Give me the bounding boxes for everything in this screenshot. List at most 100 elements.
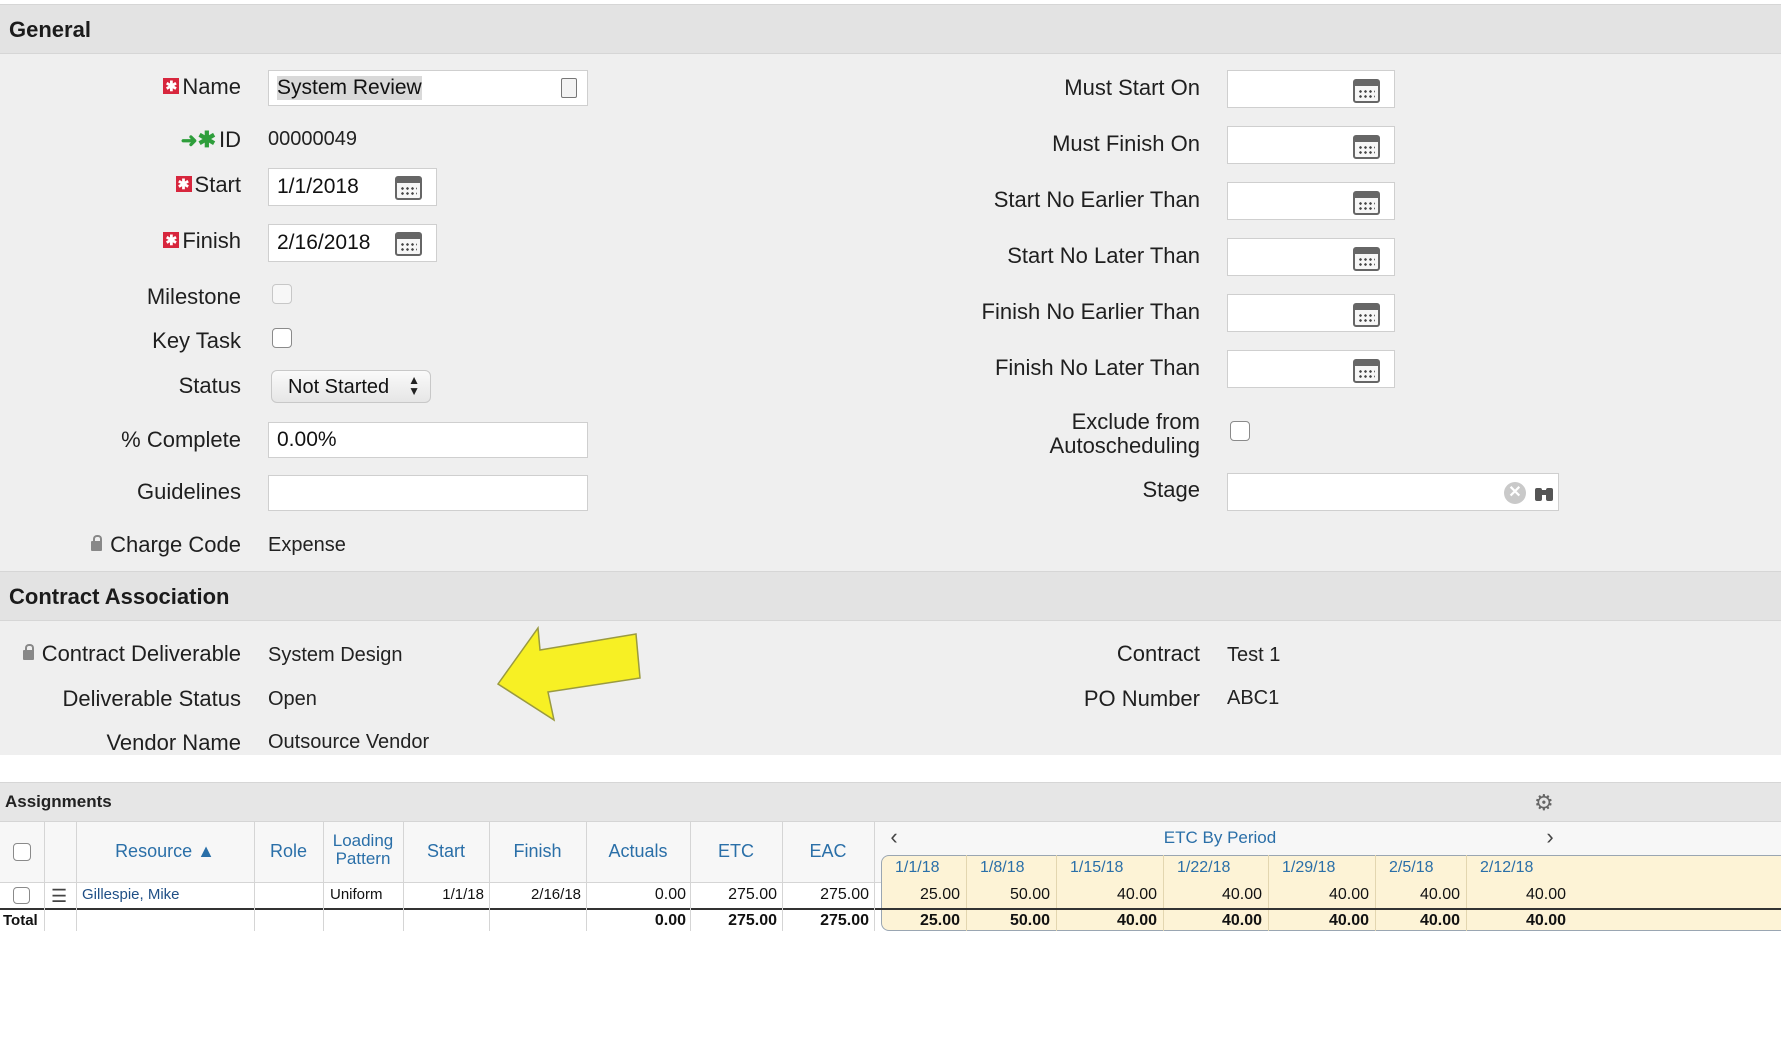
id-label: ➜✱ ID (180, 127, 241, 152)
start-no-earlier-than-input[interactable] (1227, 182, 1395, 220)
finish-label: ✱ Finish (163, 228, 241, 254)
contract-deliverable-label: Contract Deliverable (22, 641, 241, 667)
clear-icon[interactable]: ✕ (1504, 482, 1526, 504)
id-value: 00000049 (268, 128, 357, 150)
period-total-cell: 40.00 (1116, 912, 1157, 929)
finish-column-header[interactable]: Finish (489, 841, 586, 862)
total-eac-cell: 275.00 (820, 912, 869, 929)
finish-no-later-than-input[interactable] (1227, 350, 1395, 388)
finish-no-earlier-than-input[interactable] (1227, 294, 1395, 332)
resource-column-header[interactable]: Resource ▲ (76, 841, 254, 862)
start-no-later-than-input[interactable] (1227, 238, 1395, 276)
calendar-icon[interactable] (1353, 135, 1380, 159)
milestone-checkbox[interactable] (272, 284, 292, 304)
must-start-on-label: Must Start On (1064, 75, 1200, 100)
translate-icon[interactable] (561, 78, 577, 98)
calendar-icon[interactable] (1353, 79, 1380, 103)
exclude-autoscheduling-label: Exclude from Autoscheduling (1049, 409, 1200, 458)
finish-no-earlier-than-label: Finish No Earlier Than (981, 299, 1200, 324)
binoculars-icon[interactable] (1535, 485, 1553, 501)
period-total-cell: 50.00 (1009, 912, 1050, 929)
general-section-title: General (9, 17, 91, 42)
must-finish-on-input[interactable] (1227, 126, 1395, 164)
contract-value: Test 1 (1227, 644, 1281, 666)
key-field-icon: ✱ (197, 127, 216, 152)
next-period-icon[interactable]: › (1540, 824, 1560, 850)
period-column-header: 2/5/18 (1389, 859, 1434, 876)
percent-complete-input[interactable]: 0.00% (268, 422, 588, 458)
period-etc-cell[interactable]: 40.00 (1420, 886, 1460, 904)
period-total-cell: 25.00 (919, 912, 960, 929)
calendar-icon[interactable] (395, 176, 422, 200)
contract-label: Contract (1116, 641, 1200, 666)
etc-column-header[interactable]: ETC (690, 841, 782, 862)
must-start-on-input[interactable] (1227, 70, 1395, 108)
period-column-header: 1/29/18 (1282, 859, 1336, 876)
status-select[interactable]: Not Started ▲ ▼ (271, 370, 431, 403)
calendar-icon[interactable] (1353, 191, 1380, 215)
guidelines-input[interactable] (268, 475, 588, 511)
key-task-label: Key Task (152, 328, 241, 353)
total-actuals-cell: 0.00 (654, 912, 686, 929)
finish-date-input[interactable]: 2/16/2018 (268, 224, 437, 262)
vendor-name-label: Vendor Name (106, 730, 241, 755)
period-etc-cell[interactable]: 40.00 (1526, 886, 1566, 904)
required-icon: ✱ (163, 232, 180, 249)
contract-deliverable-value: System Design (268, 644, 403, 666)
etc-cell: 275.00 (728, 886, 777, 903)
start-cell: 1/1/18 (442, 886, 484, 903)
calendar-icon[interactable] (395, 232, 422, 256)
period-column-header: 1/8/18 (980, 859, 1025, 876)
annotation-arrow-icon (496, 625, 641, 722)
required-icon: ✱ (175, 176, 192, 193)
period-etc-cell[interactable]: 25.00 (920, 886, 960, 904)
required-icon: ✱ (163, 78, 180, 95)
exclude-autoscheduling-checkbox[interactable] (1230, 421, 1250, 441)
finish-no-later-than-label: Finish No Later Than (994, 355, 1200, 380)
name-label: ✱ Name (163, 74, 241, 100)
calendar-icon[interactable] (1353, 247, 1380, 271)
eac-cell: 275.00 (820, 886, 869, 903)
row-checkbox[interactable] (13, 887, 30, 904)
po-number-value: ABC1 (1227, 687, 1280, 709)
role-column-header[interactable]: Role (254, 841, 323, 862)
period-etc-cell[interactable]: 40.00 (1329, 886, 1369, 904)
period-column-header: 1/22/18 (1177, 859, 1231, 876)
resource-link[interactable]: Gillespie, Mike (82, 886, 180, 903)
stage-input[interactable]: ✕ (1227, 473, 1559, 511)
period-etc-cell[interactable]: 40.00 (1117, 886, 1157, 904)
etc-by-period-header: ETC By Period (1163, 828, 1277, 847)
deliverable-status-label: Deliverable Status (62, 686, 241, 711)
calendar-icon[interactable] (1353, 359, 1380, 383)
gear-icon[interactable]: ⚙ (1534, 790, 1554, 816)
lock-icon (91, 535, 103, 551)
calendar-icon[interactable] (1353, 303, 1380, 327)
key-task-checkbox[interactable] (272, 328, 292, 348)
start-no-later-than-label: Start No Later Than (1007, 243, 1200, 268)
eac-column-header[interactable]: EAC (782, 841, 874, 862)
period-total-cell: 40.00 (1419, 912, 1460, 929)
period-column-header: 2/12/18 (1480, 859, 1534, 876)
start-date-input[interactable]: 1/1/2018 (268, 168, 437, 206)
charge-code-label: Charge Code (91, 532, 241, 558)
contract-section-title: Contract Association (9, 584, 230, 609)
period-etc-cell[interactable]: 50.00 (1010, 886, 1050, 904)
actuals-column-header[interactable]: Actuals (586, 841, 690, 862)
total-label: Total (3, 912, 38, 929)
period-column-header: 1/15/18 (1070, 859, 1124, 876)
percent-complete-label: % Complete (121, 427, 241, 452)
start-no-earlier-than-label: Start No Earlier Than (993, 187, 1200, 212)
details-list-icon[interactable]: ☰ (51, 886, 67, 907)
period-etc-cell[interactable]: 40.00 (1222, 886, 1262, 904)
prev-period-icon[interactable]: ‹ (884, 824, 904, 850)
start-column-header[interactable]: Start (403, 841, 489, 862)
contract-section-header: Contract Association (0, 571, 1781, 621)
finish-cell: 2/16/18 (530, 886, 581, 903)
select-all-checkbox[interactable] (13, 843, 31, 861)
loading-pattern-column-header[interactable]: Loading Pattern (323, 832, 403, 868)
total-etc-cell: 275.00 (728, 912, 777, 929)
assignments-title: Assignments (5, 792, 112, 811)
actuals-cell: 0.00 (654, 886, 686, 903)
milestone-label: Milestone (146, 284, 241, 309)
name-input[interactable]: System Review (268, 70, 588, 106)
